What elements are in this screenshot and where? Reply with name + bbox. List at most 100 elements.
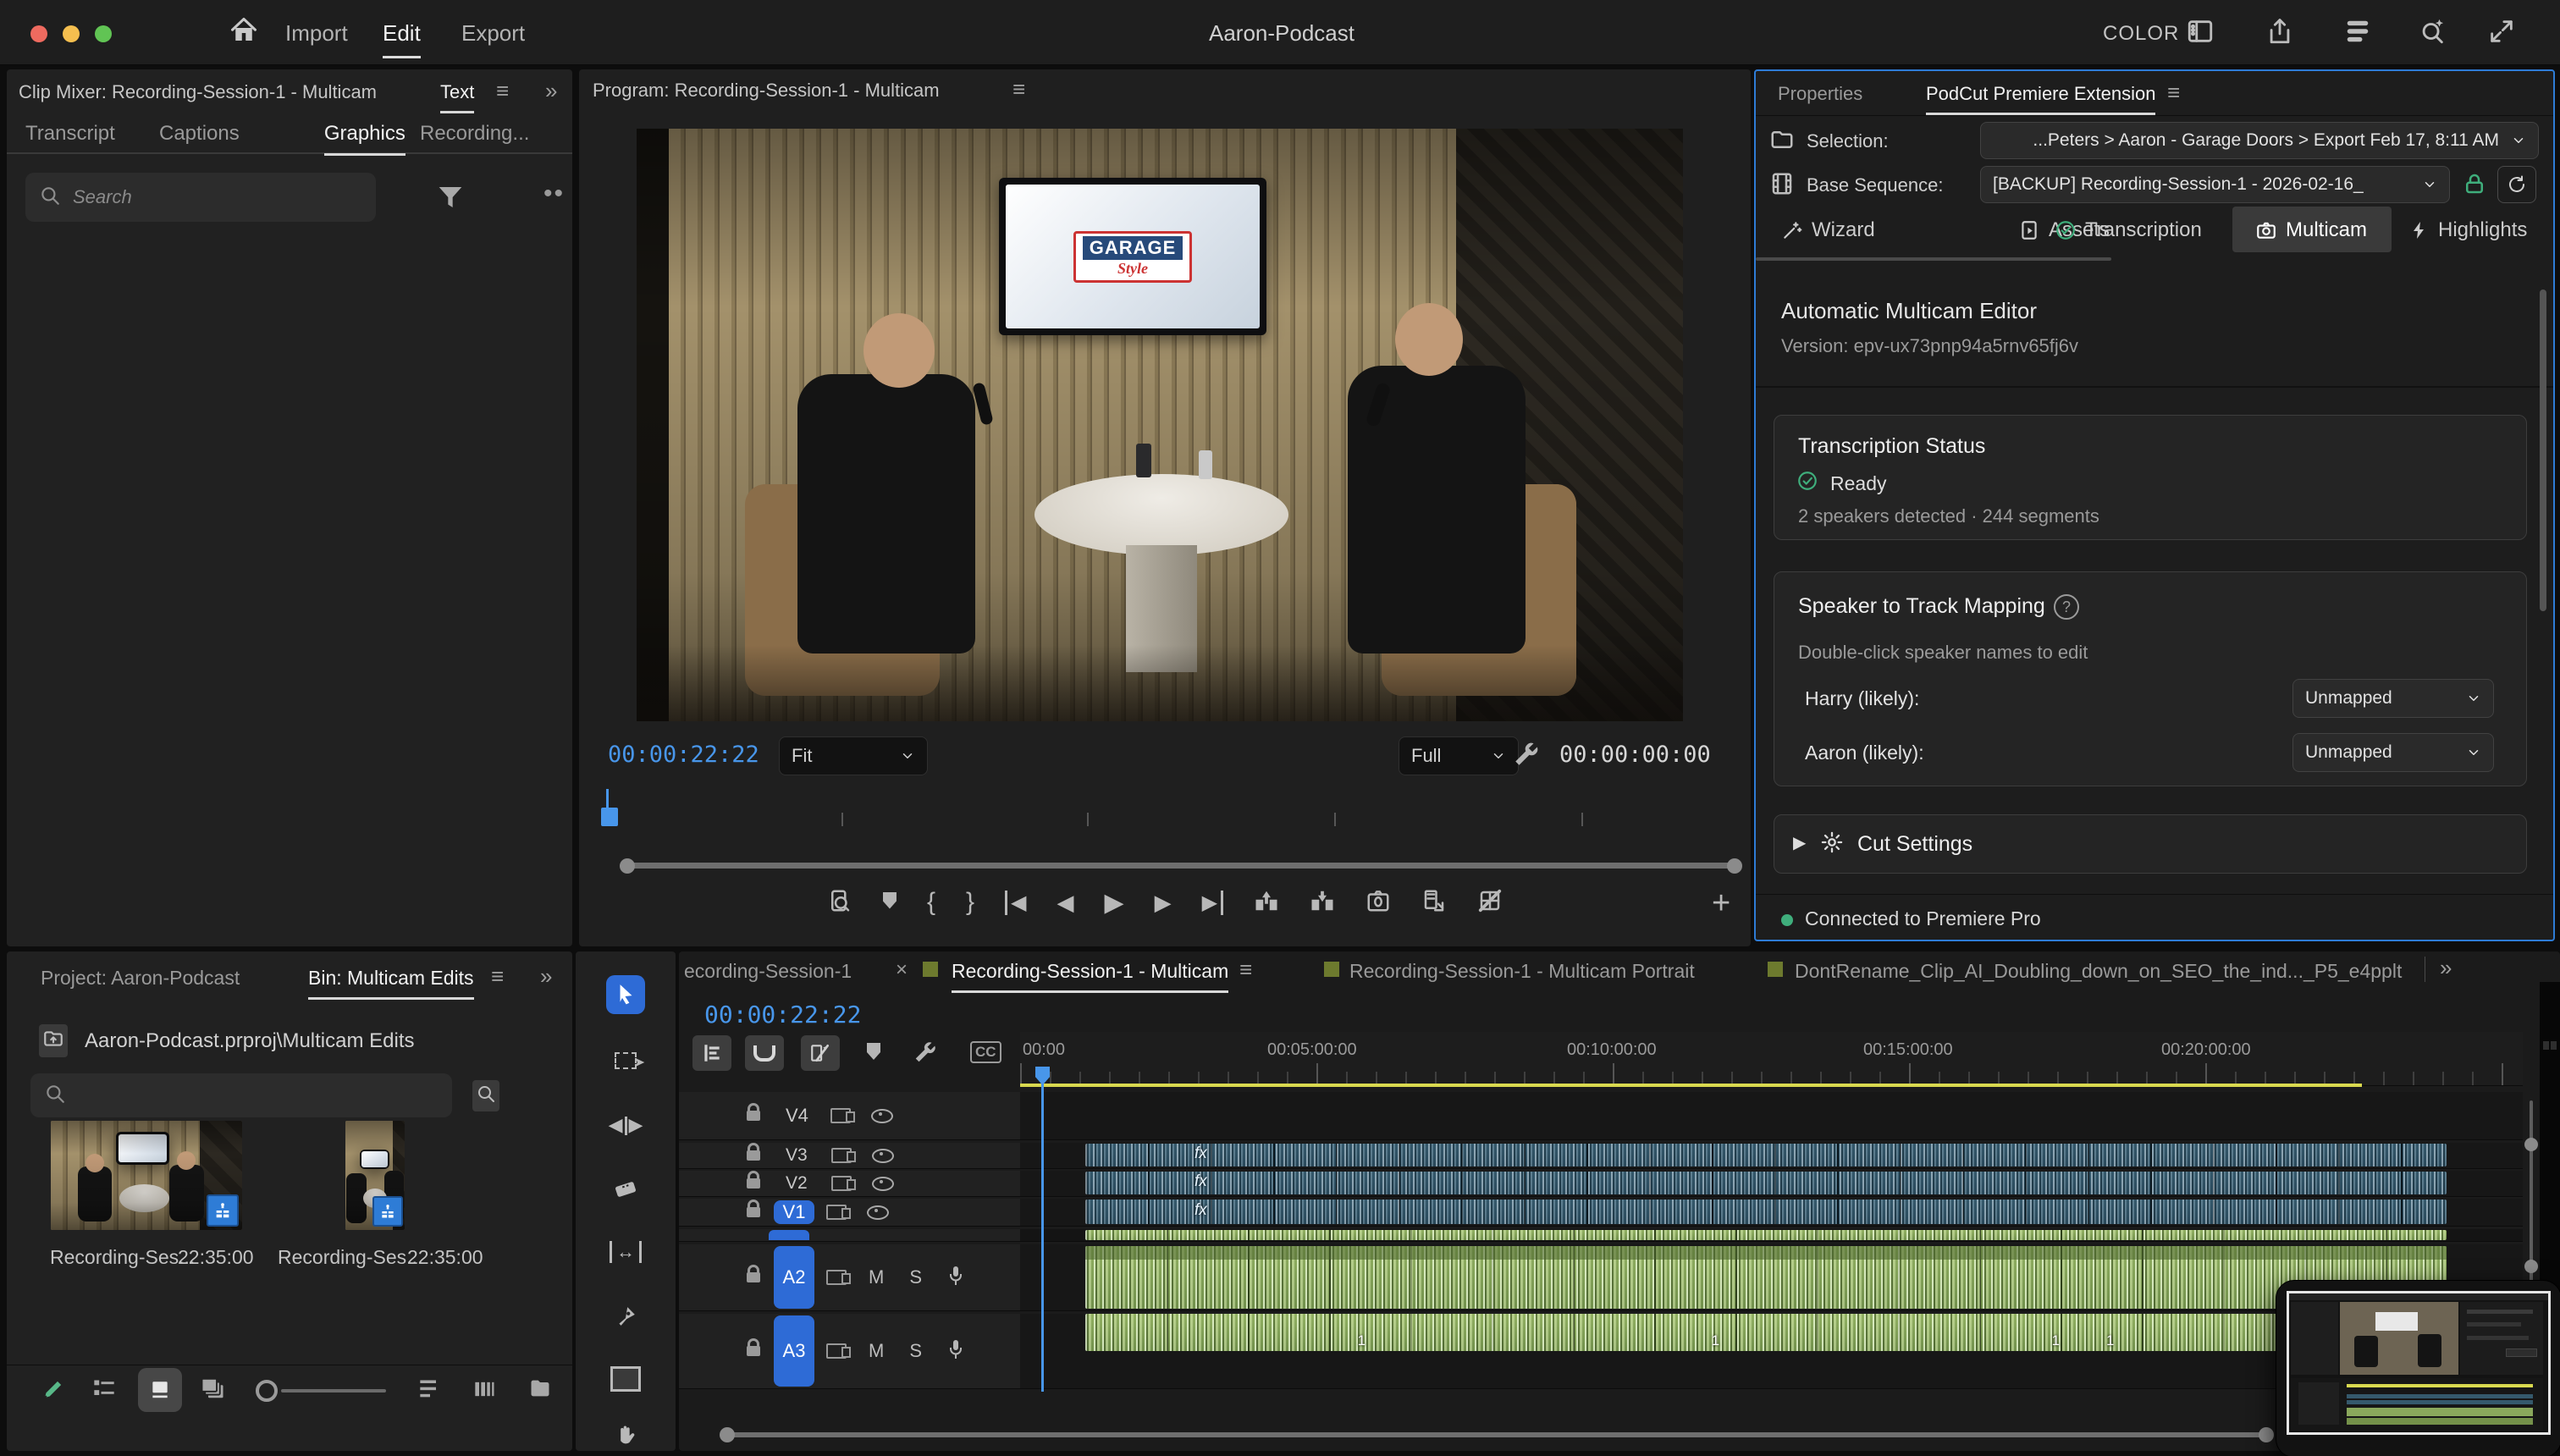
track-header-v3[interactable]: V3 bbox=[679, 1143, 1020, 1169]
playback-resolution-dropdown[interactable]: Full bbox=[1399, 736, 1519, 775]
clip-v3[interactable] bbox=[1085, 1144, 2447, 1166]
step-forward-icon[interactable]: ▶ bbox=[1155, 890, 1172, 916]
track-target-badge[interactable]: V1 bbox=[774, 1200, 814, 1224]
timeline-playhead-line[interactable] bbox=[1041, 1070, 1044, 1392]
settings-wrench-icon[interactable] bbox=[1512, 740, 1541, 773]
speaker-label-harry[interactable]: Harry (likely): bbox=[1805, 687, 1919, 710]
new-bin-icon[interactable] bbox=[528, 1376, 552, 1404]
subtab-highlights[interactable]: Highlights bbox=[2409, 218, 2527, 242]
bin-item-multicam[interactable] bbox=[51, 1121, 242, 1230]
speaker-dropdown-harry[interactable]: Unmapped bbox=[2292, 679, 2494, 718]
mute-button[interactable]: M bbox=[869, 1266, 884, 1288]
program-scrollbar[interactable] bbox=[620, 858, 1742, 874]
quick-search-icon[interactable] bbox=[2418, 17, 2447, 50]
source-assign-icon[interactable] bbox=[831, 1176, 852, 1191]
timeline-timecode[interactable]: 00:00:22:22 bbox=[704, 1001, 861, 1029]
zoom-slider-track[interactable] bbox=[281, 1389, 386, 1393]
cut-settings-label[interactable]: Cut Settings bbox=[1857, 832, 1972, 857]
lock-icon[interactable] bbox=[747, 1272, 760, 1282]
source-assign-icon[interactable] bbox=[830, 1108, 851, 1123]
track-lane-v2[interactable]: fx bbox=[1020, 1171, 2523, 1197]
fullscreen-icon[interactable] bbox=[2487, 17, 2516, 50]
eye-icon[interactable] bbox=[867, 1205, 889, 1220]
program-menu-icon[interactable]: ≡ bbox=[1012, 78, 1025, 100]
refresh-button[interactable] bbox=[2497, 166, 2536, 203]
eye-icon[interactable] bbox=[872, 1177, 894, 1191]
slip-tool[interactable]: ↔ bbox=[606, 1233, 645, 1271]
icon-view-button[interactable] bbox=[138, 1368, 182, 1412]
tab-edit[interactable]: Edit bbox=[383, 20, 421, 47]
razor-tool[interactable] bbox=[606, 1170, 645, 1209]
mark-in-icon[interactable]: { bbox=[927, 888, 935, 917]
track-lane-a1-collapsed[interactable] bbox=[1020, 1229, 2523, 1242]
subtab-multicam[interactable]: Multicam bbox=[2255, 218, 2367, 242]
timeline-overflow-icon[interactable]: » bbox=[2440, 955, 2452, 981]
project-overflow-icon[interactable]: » bbox=[540, 963, 552, 990]
tab-recording[interactable]: Recording... bbox=[420, 122, 529, 146]
snap-magnet-icon[interactable] bbox=[745, 1035, 784, 1071]
sort-icon[interactable] bbox=[418, 1378, 442, 1404]
track-header-a1-collapsed[interactable] bbox=[679, 1229, 1020, 1242]
panel-overflow-icon[interactable]: » bbox=[545, 78, 557, 104]
timeline-tab-active[interactable]: Recording-Session-1 - Multicam bbox=[952, 960, 1228, 983]
pen-tool[interactable] bbox=[606, 1297, 645, 1336]
tab-project[interactable]: Project: Aaron-Podcast bbox=[41, 967, 240, 990]
panel-menu-icon[interactable]: ≡ bbox=[496, 80, 509, 102]
find-icon[interactable] bbox=[472, 1080, 499, 1111]
track-label[interactable]: V4 bbox=[786, 1105, 808, 1127]
bin-item-name[interactable]: Recording-Ses... bbox=[278, 1246, 422, 1269]
project-menu-icon[interactable]: ≡ bbox=[491, 965, 504, 987]
timeline-tab-1[interactable]: ecording-Session-1 bbox=[684, 960, 852, 983]
mic-icon[interactable] bbox=[946, 1264, 966, 1292]
more-options-icon[interactable]: •• bbox=[543, 179, 565, 208]
tab-properties[interactable]: Properties bbox=[1778, 83, 1862, 105]
lock-icon[interactable] bbox=[2462, 171, 2487, 201]
hand-tool[interactable] bbox=[606, 1415, 645, 1454]
filter-icon[interactable] bbox=[437, 185, 464, 214]
clip-v2[interactable] bbox=[1085, 1172, 2447, 1194]
clip-v1[interactable] bbox=[1085, 1200, 2447, 1224]
track-label[interactable]: V3 bbox=[786, 1145, 808, 1166]
selection-tool[interactable] bbox=[606, 975, 645, 1014]
track-header-a2[interactable]: A2 M S bbox=[679, 1244, 1020, 1311]
track-lane-v3[interactable]: fx bbox=[1020, 1143, 2523, 1169]
expand-triangle-icon[interactable]: ▶ bbox=[1793, 832, 1806, 853]
video-preview[interactable]: GARAGE Style bbox=[637, 129, 1683, 721]
play-around-icon[interactable] bbox=[827, 888, 852, 918]
zoom-slider-knob[interactable] bbox=[256, 1380, 278, 1402]
rectangle-tool[interactable] bbox=[606, 1359, 645, 1398]
source-assign-icon[interactable] bbox=[826, 1270, 847, 1285]
track-target-badge[interactable]: A2 bbox=[774, 1246, 814, 1309]
tab-import[interactable]: Import bbox=[285, 20, 348, 47]
minimize-window-button[interactable] bbox=[63, 25, 80, 42]
close-tab-icon[interactable]: × bbox=[896, 958, 908, 982]
share-icon[interactable] bbox=[2265, 17, 2294, 50]
timeline-settings-wrench-icon[interactable] bbox=[913, 1040, 938, 1069]
subtab-wizard[interactable]: Wizard bbox=[1781, 218, 1875, 242]
lock-icon[interactable] bbox=[747, 1178, 760, 1189]
color-workspace-label[interactable]: COLOR bbox=[2103, 22, 2179, 46]
track-header-a3[interactable]: A3 M S bbox=[679, 1314, 1020, 1389]
timeline-menu-icon[interactable]: ≡ bbox=[1239, 958, 1252, 980]
track-lane-v1[interactable]: fx bbox=[1020, 1199, 2523, 1227]
mute-button[interactable]: M bbox=[869, 1340, 884, 1362]
tab-graphics[interactable]: Graphics bbox=[324, 122, 406, 146]
ripple-edit-tool[interactable]: ◀▶ bbox=[606, 1106, 645, 1144]
captions-toggle-icon[interactable]: CC bbox=[970, 1041, 1001, 1063]
linked-selection-icon[interactable] bbox=[801, 1035, 840, 1071]
eye-icon[interactable] bbox=[872, 1149, 894, 1163]
tab-export[interactable]: Export bbox=[461, 20, 525, 47]
zoom-window-button[interactable] bbox=[95, 25, 112, 42]
export-frame-icon[interactable] bbox=[1366, 888, 1391, 918]
writable-pencil-icon[interactable] bbox=[41, 1376, 66, 1406]
timeline-hscrollbar[interactable] bbox=[720, 1427, 2274, 1442]
program-playhead[interactable] bbox=[601, 808, 618, 826]
extract-icon[interactable] bbox=[1310, 889, 1335, 917]
lock-icon[interactable] bbox=[747, 1346, 760, 1356]
timeline-tab-3[interactable]: Recording-Session-1 - Multicam Portrait bbox=[1349, 960, 1695, 983]
add-marker-icon[interactable] bbox=[883, 892, 897, 913]
close-window-button[interactable] bbox=[30, 25, 47, 42]
podcut-menu-icon[interactable]: ≡ bbox=[2167, 81, 2180, 103]
home-icon[interactable] bbox=[229, 15, 259, 50]
solo-button[interactable]: S bbox=[909, 1266, 922, 1288]
